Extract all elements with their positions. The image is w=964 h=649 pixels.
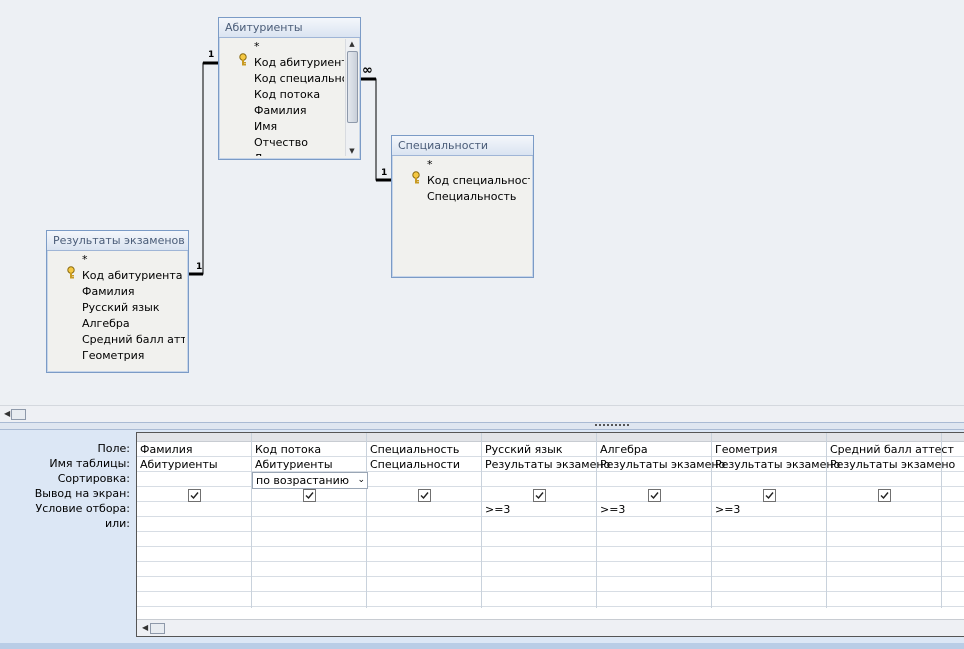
key-icon xyxy=(412,171,420,184)
show-checkbox[interactable] xyxy=(303,489,316,502)
table-cell[interactable]: Специальности xyxy=(370,457,460,472)
field-all[interactable]: * xyxy=(427,159,433,171)
scroll-left-icon[interactable]: ◀ xyxy=(4,409,10,418)
row-label-field: Поле: xyxy=(97,442,130,455)
field-item[interactable]: Имя xyxy=(254,119,277,135)
field-list[interactable]: * Код специальности Специальность xyxy=(395,157,530,274)
field-item[interactable]: Код абитуриента xyxy=(82,268,182,284)
relation-label-one: 1 xyxy=(196,262,203,272)
query-design-grid-pane: Поле: Имя таблицы: Сортировка: Вывод на … xyxy=(0,430,964,649)
scroll-thumb[interactable] xyxy=(150,623,165,634)
grid-column[interactable]: Средний балл аттест Результаты экзамено xyxy=(827,433,955,608)
scroll-left-icon[interactable]: ◀ xyxy=(142,623,148,632)
criteria-cell[interactable]: >=3 xyxy=(715,502,740,517)
row-label-show: Вывод на экран: xyxy=(34,487,130,500)
table-rezultaty-ekzamenov[interactable]: Результаты экзаменов * Код абитуриента Ф… xyxy=(46,230,189,373)
field-cell[interactable]: Средний балл аттест xyxy=(830,442,954,457)
vertical-scrollbar[interactable]: ▲ ▼ xyxy=(345,39,358,156)
field-cell[interactable]: Специальность xyxy=(370,442,459,457)
field-item[interactable]: Код специальнос xyxy=(254,71,344,87)
show-checkbox[interactable] xyxy=(533,489,546,502)
row-label-or: или: xyxy=(104,517,130,530)
relation-label-one: 1 xyxy=(208,50,215,60)
show-checkbox[interactable] xyxy=(763,489,776,502)
show-checkbox[interactable] xyxy=(648,489,661,502)
scroll-down-icon[interactable]: ▼ xyxy=(346,146,358,156)
field-cell[interactable]: Русский язык xyxy=(485,442,562,457)
show-checkbox[interactable] xyxy=(878,489,891,502)
field-item[interactable]: Отчество xyxy=(254,135,308,151)
key-icon xyxy=(239,53,247,66)
table-cell[interactable]: Результаты экзамено xyxy=(485,457,610,472)
show-checkbox[interactable] xyxy=(188,489,201,502)
row-label-sort: Сортировка: xyxy=(57,472,130,485)
grid-column[interactable]: Геометрия Результаты экзамено >=3 xyxy=(712,433,840,608)
diagram-horizontal-scrollbar[interactable]: ◀ xyxy=(0,405,964,423)
grid-column[interactable]: Фамилия Абитуриенты xyxy=(137,433,252,608)
field-item[interactable]: Геометрия xyxy=(82,348,144,364)
field-item[interactable]: Д xyxy=(254,151,263,156)
table-cell[interactable]: Результаты экзамено xyxy=(715,457,840,472)
field-item[interactable]: Код специальности xyxy=(427,173,530,189)
field-item[interactable]: Фамилия xyxy=(82,284,134,300)
grid-column[interactable]: Код потока Абитуриенты по возрастанию ⌄ xyxy=(252,433,368,608)
table-cell[interactable]: Результаты экзамено xyxy=(830,457,955,472)
query-diagram-pane[interactable]: 1 1 ∞ 1 Абитуриенты * Код абитуриента Ко… xyxy=(0,0,964,405)
field-cell[interactable]: Фамилия xyxy=(140,442,192,457)
scroll-up-icon[interactable]: ▲ xyxy=(346,39,358,49)
table-title[interactable]: Абитуриенты xyxy=(219,18,360,38)
field-cell[interactable]: Геометрия xyxy=(715,442,777,457)
field-item[interactable]: Средний балл аттес xyxy=(82,332,185,348)
field-item[interactable]: Алгебра xyxy=(82,316,130,332)
scroll-thumb[interactable] xyxy=(347,51,358,123)
row-label-table: Имя таблицы: xyxy=(49,457,130,470)
grid-column[interactable]: Специальность Специальности xyxy=(367,433,482,608)
field-item[interactable]: Специальность xyxy=(427,189,516,205)
scroll-thumb[interactable] xyxy=(11,409,26,420)
show-checkbox[interactable] xyxy=(418,489,431,502)
table-title[interactable]: Результаты экзаменов xyxy=(47,231,188,251)
grid-column[interactable]: Алгебра Результаты экзамено >=3 xyxy=(597,433,725,608)
field-all[interactable]: * xyxy=(254,41,260,53)
table-specialnosti[interactable]: Специальности * Код специальности Специа… xyxy=(391,135,534,278)
field-item[interactable]: Код потока xyxy=(254,87,320,103)
grid-horizontal-scrollbar[interactable]: ◀ xyxy=(137,619,964,636)
field-item[interactable]: Фамилия xyxy=(254,103,306,119)
relation-label-one: 1 xyxy=(381,168,388,178)
field-list[interactable]: * Код абитуриента Фамилия Русский язык А… xyxy=(50,252,185,369)
pane-splitter[interactable] xyxy=(0,422,964,430)
design-grid[interactable]: Фамилия Абитуриенты Код потока Абитуриен… xyxy=(136,432,964,637)
table-cell[interactable]: Результаты экзамено xyxy=(600,457,725,472)
criteria-cell[interactable]: >=3 xyxy=(600,502,625,517)
field-cell[interactable]: Код потока xyxy=(255,442,321,457)
relation-label-many: ∞ xyxy=(362,63,373,78)
row-label-criteria: Условие отбора: xyxy=(35,502,131,515)
field-item[interactable]: Код абитуриента xyxy=(254,55,344,71)
table-cell[interactable]: Абитуриенты xyxy=(255,457,333,472)
table-cell[interactable]: Абитуриенты xyxy=(140,457,218,472)
splitter-grip-icon[interactable] xyxy=(595,424,629,429)
table-title[interactable]: Специальности xyxy=(392,136,533,156)
table-abiturienty[interactable]: Абитуриенты * Код абитуриента Код специа… xyxy=(218,17,361,160)
criteria-cell[interactable]: >=3 xyxy=(485,502,510,517)
status-strip xyxy=(0,643,964,649)
field-cell[interactable]: Алгебра xyxy=(600,442,648,457)
field-all[interactable]: * xyxy=(82,254,88,266)
chevron-down-icon[interactable]: ⌄ xyxy=(357,473,365,488)
grid-column[interactable] xyxy=(942,433,964,608)
grid-column[interactable]: Русский язык Результаты экзамено >=3 xyxy=(482,433,610,608)
field-list[interactable]: * Код абитуриента Код специальнос Код по… xyxy=(222,39,344,156)
field-item[interactable]: Русский язык xyxy=(82,300,159,316)
sort-dropdown[interactable]: по возрастанию ⌄ xyxy=(252,472,368,489)
sort-value: по возрастанию xyxy=(256,474,350,487)
key-icon xyxy=(67,266,75,279)
